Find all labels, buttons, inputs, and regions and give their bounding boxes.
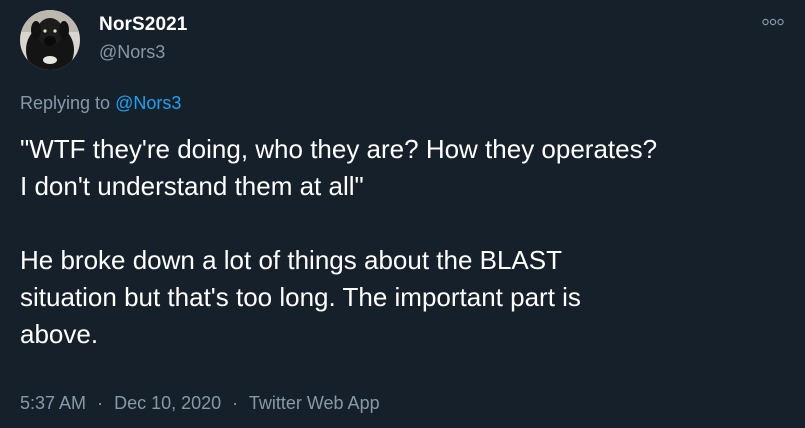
user-handle[interactable]: @Nors3: [99, 42, 165, 63]
tweet-text-line: above.: [20, 319, 99, 349]
tweet-source-app[interactable]: Twitter Web App: [249, 393, 380, 413]
dog-avatar-icon: [20, 10, 80, 70]
more-options-button[interactable]: [760, 12, 786, 32]
tweet-meta: 5:37 AM · Dec 10, 2020 · Twitter Web App: [20, 393, 380, 414]
avatar[interactable]: [20, 10, 80, 70]
tweet-date[interactable]: Dec 10, 2020: [114, 393, 221, 413]
reply-mention-link[interactable]: @Nors3: [115, 93, 181, 113]
tweet-text: "WTF they're doing, who they are? How th…: [20, 131, 780, 353]
tweet-text-line: "WTF they're doing, who they are? How th…: [20, 134, 658, 164]
meta-separator: ·: [97, 393, 104, 413]
tweet-text-line: situation but that's too long. The impor…: [20, 282, 581, 312]
tweet-text-line: I don't understand them at all": [20, 171, 364, 201]
display-name[interactable]: NorS2021: [99, 14, 187, 36]
more-options-icon: [762, 18, 784, 26]
meta-separator: ·: [232, 393, 239, 413]
replying-to-label: Replying to: [20, 93, 111, 113]
replying-to: Replying to @Nors3: [20, 93, 181, 114]
tweet-time[interactable]: 5:37 AM: [20, 393, 86, 413]
tweet-text-line: He broke down a lot of things about the …: [20, 245, 563, 275]
tweet-card: NorS2021 @Nors3 Replying to @Nors3 "WTF …: [0, 0, 805, 428]
